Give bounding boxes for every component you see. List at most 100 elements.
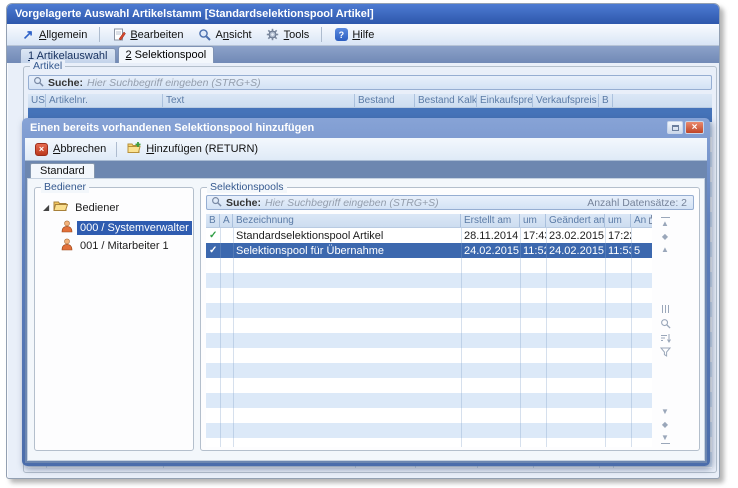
- person-icon: [61, 238, 73, 254]
- page-up-icon[interactable]: ◆: [662, 232, 668, 241]
- menu-item-tools[interactable]: Tools: [262, 26, 314, 44]
- menu-bar: ↗ Allgemein Bearbeiten Ansicht T: [7, 24, 719, 46]
- row-up-icon[interactable]: ▲: [661, 245, 669, 254]
- tab-standard[interactable]: Standard: [30, 163, 95, 178]
- column-header-verkaufspreis[interactable]: Verkaufspreis: [533, 94, 599, 107]
- search-label: Suche:: [226, 197, 261, 209]
- empty-row: [206, 348, 652, 363]
- edit-page-icon: [112, 28, 126, 42]
- menu-item-bearbeiten[interactable]: Bearbeiten: [108, 26, 187, 44]
- empty-row: [206, 333, 652, 348]
- column-header-text[interactable]: Text: [163, 94, 355, 107]
- empty-row: [206, 363, 652, 378]
- person-icon: [61, 220, 73, 236]
- column-header-einkaufspreis[interactable]: Einkaufspreis: [477, 94, 533, 107]
- column-header-filler: [613, 94, 712, 107]
- dialog-tab-panel: Bediener ◢ Bediener 000 /: [27, 178, 705, 461]
- row-down-icon[interactable]: ▼: [661, 407, 669, 416]
- column-header-a[interactable]: A: [220, 214, 233, 227]
- selektionspools-groupbox: Selektionspools Suche: Hier Suchbegriff …: [200, 187, 700, 451]
- tree-item-systemverwalter[interactable]: 000 / Systemverwalter: [61, 220, 192, 236]
- record-count: Anzahl Datensätze: 2: [587, 197, 687, 209]
- pools-search-bar[interactable]: Suche: Hier Suchbegriff eingeben (STRG+S…: [206, 195, 694, 210]
- tree-expander-icon[interactable]: ◢: [43, 204, 49, 212]
- artikel-search-bar[interactable]: Suche: Hier Suchbegriff eingeben (STRG+S…: [28, 75, 712, 90]
- menu-item-hilfe[interactable]: ? Hilfe: [330, 26, 378, 44]
- table-row-selected[interactable]: ✓ Selektionspool für Übernahme 24.02.201…: [206, 243, 652, 258]
- search-rows-icon[interactable]: [660, 318, 671, 329]
- go-first-icon[interactable]: ▲: [661, 216, 670, 228]
- sort-icon[interactable]: [660, 333, 671, 343]
- main-window: Vorgelagerte Auswahl Artikelstamm [Stand…: [6, 3, 720, 479]
- main-tab-strip: 1 Artikelauswahl 2 Selektionspool: [7, 46, 719, 63]
- empty-row: [206, 258, 652, 273]
- bediener-group-label: Bediener: [41, 181, 89, 193]
- cancel-button[interactable]: × Abbrechen: [31, 142, 110, 157]
- close-button[interactable]: ×: [685, 121, 704, 134]
- menu-separator: [99, 27, 100, 42]
- toolbar-separator: [116, 142, 117, 157]
- column-header-b[interactable]: B: [599, 94, 613, 107]
- column-header-an[interactable]: An: [631, 214, 652, 227]
- empty-row: [206, 303, 652, 318]
- column-header-erstellt-um[interactable]: um: [520, 214, 546, 227]
- open-folder-icon: [53, 200, 68, 215]
- arrow-up-right-icon: ↗: [21, 28, 35, 42]
- artikel-table-header: US Artikelnr. Text Bestand Bestand Kalk.…: [28, 94, 712, 108]
- search-placeholder: Hier Suchbegriff eingeben (STRG+S): [265, 197, 439, 209]
- search-placeholder: Hier Suchbegriff eingeben (STRG+S): [87, 77, 261, 89]
- gear-icon: [266, 28, 280, 42]
- column-header-us[interactable]: US: [28, 94, 46, 107]
- empty-row: [206, 423, 652, 438]
- dialog-title-bar[interactable]: Einen bereits vorhandenen Selektionspool…: [22, 118, 710, 138]
- magnifier-icon: [198, 28, 212, 42]
- column-header-geaendert-am[interactable]: Geändert am: [546, 214, 605, 227]
- menu-label: Tools: [284, 29, 310, 41]
- dialog-toolbar: × Abbrechen Hinzufügen (RETURN): [25, 138, 707, 161]
- page-down-icon[interactable]: ◆: [662, 420, 668, 429]
- selektionspools-group-label: Selektionspools: [207, 181, 287, 193]
- columns-icon[interactable]: [660, 304, 671, 314]
- add-folder-icon: [127, 141, 141, 157]
- row-erstellt-um: 17:43: [520, 228, 546, 243]
- filter-icon[interactable]: [660, 347, 671, 357]
- menu-item-allgemein[interactable]: ↗ Allgemein: [17, 26, 91, 44]
- row-an: 5: [631, 243, 652, 258]
- menu-label: Allgemein: [39, 29, 87, 41]
- column-header-bestand-kalk[interactable]: Bestand Kalk.: [415, 94, 477, 107]
- table-row[interactable]: ✓ Standardselektionspool Artikel 28.11.2…: [206, 228, 652, 243]
- go-last-icon[interactable]: ▼: [661, 433, 670, 445]
- copy-window-icon: [649, 215, 652, 227]
- column-header-geaendert-um[interactable]: um: [605, 214, 631, 227]
- tab-selektionspool[interactable]: 2 Selektionspool: [118, 46, 215, 63]
- restore-icon: [672, 125, 679, 131]
- menu-separator: [321, 27, 322, 42]
- column-header-bestand[interactable]: Bestand: [355, 94, 415, 107]
- row-geaendert-am: 23.02.2015 /Mo: [546, 228, 605, 243]
- dialog-content: × Abbrechen Hinzufügen (RETURN) Standard: [25, 138, 707, 463]
- empty-row: [206, 288, 652, 303]
- column-header-artikelnr[interactable]: Artikelnr.: [46, 94, 163, 107]
- close-icon: ×: [692, 123, 698, 133]
- row-geaendert-um: 17:22: [605, 228, 631, 243]
- empty-row: [206, 438, 652, 447]
- row-bezeichnung: Selektionspool für Übernahme: [233, 243, 461, 258]
- restore-button[interactable]: [667, 121, 683, 134]
- tree-root-bediener[interactable]: ◢ Bediener: [43, 200, 122, 215]
- menu-item-ansicht[interactable]: Ansicht: [194, 26, 256, 44]
- window-title-bar[interactable]: Vorgelagerte Auswahl Artikelstamm [Stand…: [7, 4, 719, 24]
- pools-table-body[interactable]: ✓ Standardselektionspool Artikel 28.11.2…: [206, 228, 652, 447]
- screen: Vorgelagerte Auswahl Artikelstamm [Stand…: [0, 0, 738, 488]
- tree-item-mitarbeiter[interactable]: 001 / Mitarbeiter 1: [61, 238, 172, 254]
- window-title: Vorgelagerte Auswahl Artikelstamm [Stand…: [15, 8, 374, 20]
- row-erstellt-am: 28.11.2014 /Fr: [461, 228, 520, 243]
- column-header-erstellt-am[interactable]: Erstellt am: [461, 214, 520, 227]
- column-header-bezeichnung[interactable]: Bezeichnung: [233, 214, 461, 227]
- cancel-x-icon: ×: [35, 143, 48, 156]
- dialog-title: Einen bereits vorhandenen Selektionspool…: [30, 122, 314, 134]
- search-icon: [33, 76, 44, 90]
- empty-row: [206, 408, 652, 423]
- menu-label: Bearbeiten: [130, 29, 183, 41]
- column-header-b[interactable]: B: [206, 214, 220, 227]
- add-button[interactable]: Hinzufügen (RETURN): [123, 140, 262, 158]
